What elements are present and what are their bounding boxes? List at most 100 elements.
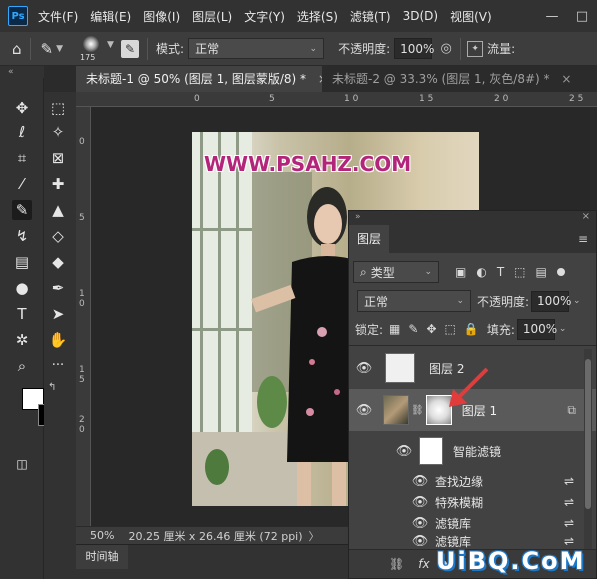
frame-tool-icon[interactable]: ⊠ (48, 148, 68, 168)
tab-timeline[interactable]: 时间轴 (76, 545, 128, 569)
filter-mask-thumbnail[interactable] (419, 437, 443, 465)
scrollbar-thumb[interactable] (585, 359, 591, 509)
lasso-tool-icon[interactable]: ℓ (12, 122, 32, 142)
zoom-level[interactable]: 50% (90, 529, 114, 542)
layer-opacity-input[interactable]: 100% (531, 290, 571, 312)
filter-name[interactable]: 查找边缘 (435, 473, 483, 490)
filter-options-icon[interactable]: ⇌ (564, 495, 574, 509)
gradient-tool-icon[interactable]: ▤ (12, 252, 32, 272)
shape-tool-icon[interactable]: ✲ (12, 330, 32, 350)
magic-wand-tool-icon[interactable]: ✧ (48, 122, 68, 142)
hand-tool-icon[interactable]: ✋ (48, 330, 68, 350)
panel-collapse-icon[interactable]: » (355, 212, 361, 222)
lock-all-icon[interactable]: 🔒 (464, 322, 479, 336)
fill-input[interactable]: 100% (516, 318, 557, 340)
adjustment-filter-icon[interactable]: ◐ (476, 265, 486, 279)
filter-item[interactable]: 👁 滤镜库 ⇌ (349, 513, 596, 533)
type-filter-icon[interactable]: T (497, 265, 504, 279)
lock-pixels-icon[interactable]: ✎ (408, 322, 418, 336)
filter-item[interactable]: 👁 特殊模糊 ⇌ (349, 492, 596, 512)
zoom-tool-icon[interactable]: ⌕ (12, 356, 32, 376)
menu-select[interactable]: 选择(S) (297, 8, 338, 25)
menu-layer[interactable]: 图层(L) (192, 8, 232, 25)
tab-document-2[interactable]: 未标题-2 @ 33.3% (图层 1, 灰色/8#) * × (322, 66, 582, 92)
visibility-eye-icon[interactable]: 👁 (409, 474, 431, 489)
eraser-tool-icon[interactable]: ◇ (48, 226, 68, 246)
mode-value: 正常 (195, 42, 220, 56)
chevron-down-icon[interactable]: ⌄ (573, 296, 581, 306)
mode-select[interactable]: 正常 ⌄ (188, 38, 325, 59)
visibility-eye-icon[interactable]: 👁 (409, 495, 431, 510)
maximize-button[interactable]: □ (567, 9, 597, 24)
visibility-eye-icon[interactable]: 👁 (393, 444, 415, 459)
pressure-opacity-icon[interactable]: ◎ (436, 38, 456, 59)
visibility-eye-icon[interactable]: 👁 (353, 403, 375, 418)
menu-3d[interactable]: 3D(D) (403, 9, 438, 23)
menu-edit[interactable]: 编辑(E) (90, 8, 131, 25)
filter-name[interactable]: 滤镜库 (435, 515, 471, 532)
panel-menu-icon[interactable]: ≡ (578, 232, 588, 246)
close-icon[interactable]: × (561, 72, 571, 86)
menu-image[interactable]: 图像(I) (143, 8, 180, 25)
tab-layers[interactable]: 图层 (349, 225, 389, 253)
more-tools-icon[interactable]: ··· (48, 356, 68, 376)
pixel-filter-icon[interactable]: ▣ (455, 265, 466, 279)
toolbar-collapse-button[interactable]: « (0, 66, 44, 78)
brush-settings-icon[interactable]: ✎ (121, 39, 140, 58)
crop-tool-icon[interactable]: ⌗ (12, 148, 32, 168)
close-icon[interactable]: × (582, 211, 590, 222)
visibility-eye-icon[interactable]: 👁 (353, 361, 375, 376)
pen-tool-icon[interactable]: ✒ (48, 278, 68, 298)
lock-position-icon[interactable]: ✥ (426, 322, 436, 336)
eyedropper-tool-icon[interactable]: ⁄ (12, 174, 32, 194)
blur-tool-icon[interactable]: ◆ (48, 252, 68, 272)
menu-file[interactable]: 文件(F) (38, 8, 78, 25)
stamp-tool-icon[interactable]: ▲ (48, 200, 68, 220)
link-layers-icon[interactable]: ⛓ (389, 557, 404, 571)
layer-kind-filter[interactable]: ⌕ 类型 ⌄ (353, 261, 439, 283)
filter-options-icon[interactable]: ⇌ (564, 516, 574, 530)
brush-icon[interactable]: ✎ (41, 40, 54, 58)
status-menu-arrow[interactable]: 〉 (309, 528, 320, 544)
ruler-tick: 5 (269, 94, 275, 104)
layers-scrollbar[interactable] (584, 349, 592, 549)
opacity-input[interactable]: 100% (394, 38, 434, 59)
type-tool-icon[interactable]: T (12, 304, 32, 324)
filter-item[interactable]: 👁 查找边缘 ⇌ (349, 471, 596, 491)
path-select-icon[interactable]: ➤ (48, 304, 68, 324)
blend-mode-select[interactable]: 正常 ⌄ (357, 290, 471, 312)
smart-filters-row[interactable]: 👁 智能滤镜 (349, 433, 596, 469)
shape-filter-icon[interactable]: ⬚ (514, 265, 525, 279)
history-brush-icon[interactable]: ↯ (12, 226, 32, 246)
move-tool-icon[interactable]: ✥ (12, 98, 32, 118)
filter-options-icon[interactable]: ⇌ (564, 474, 574, 488)
lock-artboard-icon[interactable]: ⬚ (445, 322, 456, 336)
smart-object-filter-icon[interactable]: ▤ (536, 265, 547, 279)
visibility-eye-icon[interactable]: 👁 (409, 534, 431, 549)
filter-name[interactable]: 特殊模糊 (435, 494, 483, 511)
menu-type[interactable]: 文字(Y) (244, 8, 285, 25)
tab-document-1[interactable]: 未标题-1 @ 50% (图层 1, 图层蒙版/8) * × (76, 66, 328, 92)
menu-filter[interactable]: 滤镜(T) (350, 8, 391, 25)
rect-marquee-tool-icon[interactable]: ⬚ (48, 98, 68, 118)
photoshop-logo[interactable]: Ps (8, 6, 28, 26)
fx-icon[interactable]: fx (418, 557, 429, 571)
lock-transparent-icon[interactable]: ▦ (389, 322, 400, 336)
dodge-tool-icon[interactable]: ● (12, 278, 32, 298)
minimize-button[interactable]: — (537, 9, 567, 24)
brush-tool-icon[interactable]: ✎ (12, 200, 32, 220)
menu-view[interactable]: 视图(V) (450, 8, 492, 25)
brush-preset-picker[interactable]: 175 ▼ (73, 34, 117, 64)
healing-brush-icon[interactable]: ✚ (48, 174, 68, 194)
smart-object-icon[interactable]: ⧉ (567, 403, 576, 418)
chevron-down-icon[interactable]: ▼ (56, 44, 63, 54)
filter-options-icon[interactable]: ⇌ (564, 534, 574, 548)
visibility-eye-icon[interactable]: 👁 (409, 516, 431, 531)
swap-colors-icon[interactable]: ↰ (48, 382, 56, 393)
home-icon[interactable]: ⌂ (12, 40, 22, 58)
quick-mask-icon[interactable]: ◫ (12, 454, 32, 474)
filter-toggle-icon[interactable] (556, 268, 565, 276)
chevron-down-icon[interactable]: ⌄ (559, 324, 567, 334)
mask-link-icon[interactable]: ⛓ (411, 405, 424, 416)
airbrush-icon[interactable]: ✦ (467, 40, 484, 57)
